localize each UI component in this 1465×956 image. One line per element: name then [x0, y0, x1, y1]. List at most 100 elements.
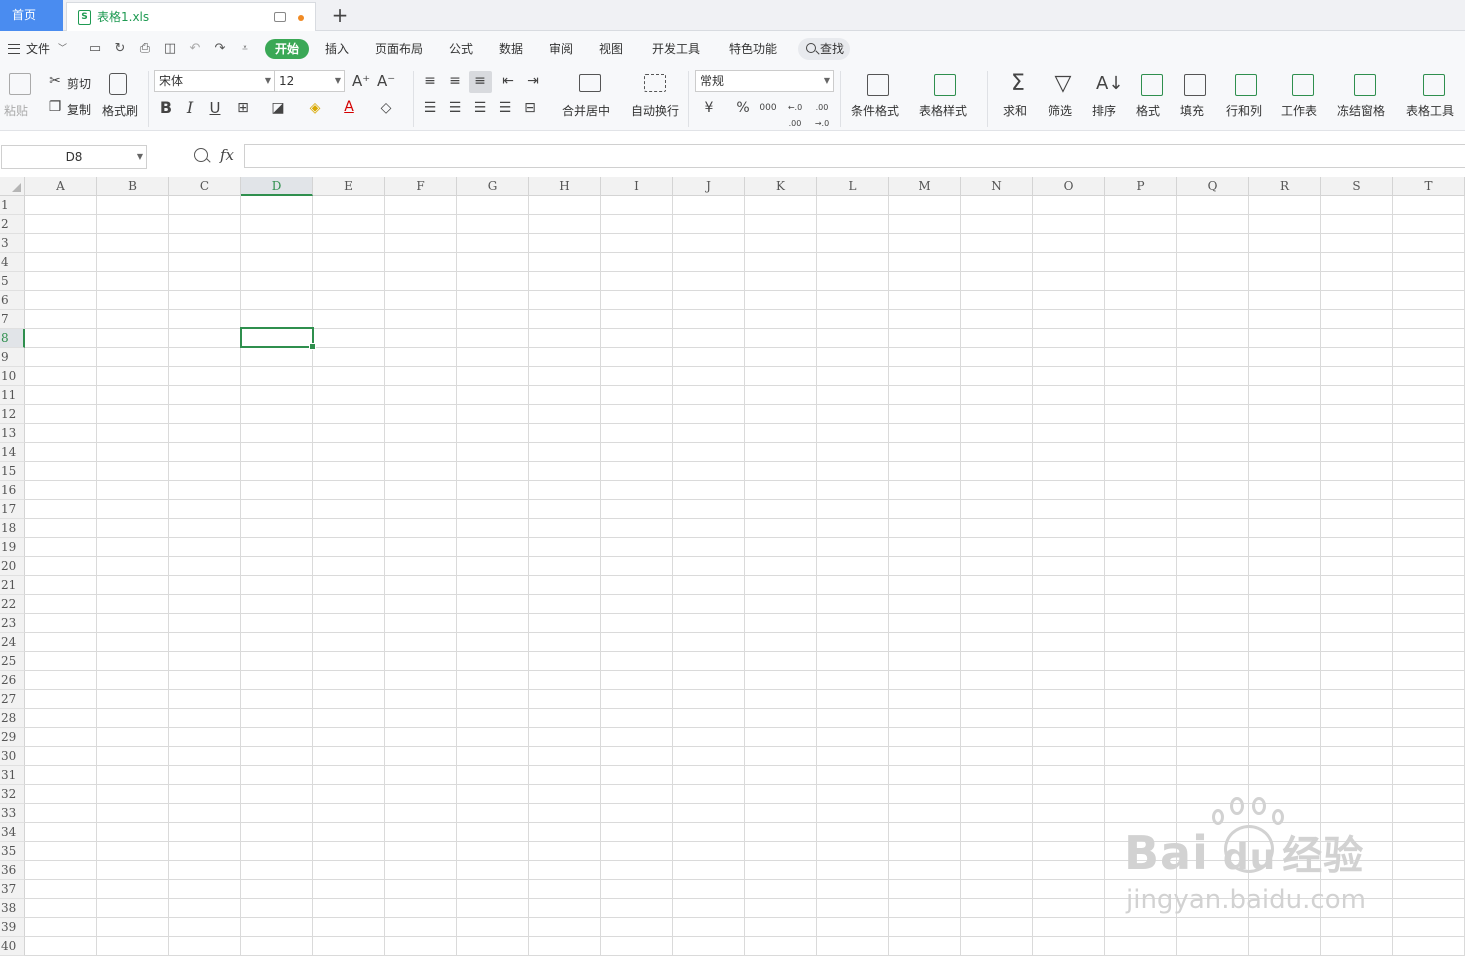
row-header-30[interactable]: 30	[0, 747, 25, 766]
menu-view[interactable]: 视图	[599, 31, 623, 67]
tab-home[interactable]: 首页	[0, 0, 63, 31]
clear-format-icon[interactable]: ◇	[377, 100, 395, 116]
row-header-24[interactable]: 24	[0, 633, 25, 652]
row-header-10[interactable]: 10	[0, 367, 25, 386]
conditional-format-button[interactable]: 条件格式	[851, 102, 899, 119]
align-right-icon[interactable]: ☰	[471, 100, 489, 116]
cut-button[interactable]: 剪切	[67, 75, 91, 92]
wrap-text-button[interactable]: 自动换行	[631, 102, 679, 119]
row-header-33[interactable]: 33	[0, 804, 25, 823]
row-header-12[interactable]: 12	[0, 405, 25, 424]
worksheet-icon[interactable]	[1292, 74, 1314, 96]
number-format-select[interactable]: 常规 ▼	[695, 70, 834, 92]
filter-button[interactable]: 筛选	[1048, 102, 1072, 119]
font-color-icon[interactable]: A	[340, 99, 358, 115]
row-header-6[interactable]: 6	[0, 291, 25, 310]
column-header-g[interactable]: G	[457, 177, 529, 196]
row-header-31[interactable]: 31	[0, 766, 25, 785]
row-header-34[interactable]: 34	[0, 823, 25, 842]
decrease-font-icon[interactable]: A⁻	[377, 73, 395, 89]
row-header-17[interactable]: 17	[0, 500, 25, 519]
row-header-16[interactable]: 16	[0, 481, 25, 500]
currency-button[interactable]: ¥	[700, 100, 718, 116]
menu-formula[interactable]: 公式	[449, 31, 473, 67]
row-header-21[interactable]: 21	[0, 576, 25, 595]
borders-icon[interactable]: ⊞	[234, 100, 252, 116]
row-header-9[interactable]: 9	[0, 348, 25, 367]
percent-button[interactable]: %	[734, 100, 752, 116]
row-header-4[interactable]: 4	[0, 253, 25, 272]
paste-button[interactable]: 粘贴	[4, 102, 28, 119]
row-header-7[interactable]: 7	[0, 310, 25, 329]
row-header-38[interactable]: 38	[0, 899, 25, 918]
increase-decimal-button[interactable]: ←.0 .00	[784, 100, 806, 132]
merge-center-icon[interactable]	[579, 74, 601, 92]
menu-data[interactable]: 数据	[499, 31, 523, 67]
menu-review[interactable]: 审阅	[549, 31, 573, 67]
menu-page-layout[interactable]: 页面布局	[375, 31, 423, 67]
menu-home-active[interactable]: 开始	[265, 39, 309, 59]
column-header-m[interactable]: M	[889, 177, 961, 196]
copy-icon[interactable]: ❐	[46, 99, 64, 115]
name-box[interactable]: D8 ▼	[1, 145, 147, 169]
save-icon[interactable]: ▭	[88, 42, 102, 56]
row-col-button[interactable]: 行和列	[1226, 102, 1262, 119]
row-header-2[interactable]: 2	[0, 215, 25, 234]
selected-cell[interactable]	[240, 327, 316, 350]
table-tools-icon[interactable]	[1423, 74, 1445, 96]
fill-icon[interactable]	[1184, 74, 1206, 96]
row-header-29[interactable]: 29	[0, 728, 25, 747]
justify-icon[interactable]: ☰	[496, 100, 514, 116]
column-header-n[interactable]: N	[961, 177, 1033, 196]
italic-button[interactable]: I	[181, 100, 199, 116]
wrap-text-icon[interactable]	[644, 74, 666, 92]
column-header-q[interactable]: Q	[1177, 177, 1249, 196]
menu-insert[interactable]: 插入	[325, 31, 349, 67]
row-header-35[interactable]: 35	[0, 842, 25, 861]
bold-button[interactable]: B	[157, 100, 175, 116]
worksheet-button[interactable]: 工作表	[1281, 102, 1317, 119]
cell-style-icon[interactable]: ◪	[269, 100, 287, 116]
redo-icon[interactable]: ↷	[213, 42, 227, 56]
row-header-14[interactable]: 14	[0, 443, 25, 462]
freeze-panes-button[interactable]: 冻结窗格	[1337, 102, 1385, 119]
row-header-3[interactable]: 3	[0, 234, 25, 253]
select-all-corner[interactable]	[0, 177, 25, 196]
copy-button[interactable]: 复制	[67, 101, 91, 118]
zoom-icon[interactable]	[194, 148, 208, 162]
chevron-down-icon[interactable]: ﹀	[58, 31, 67, 67]
font-size-select[interactable]: 12 ▼	[274, 70, 345, 92]
paste-icon[interactable]	[9, 73, 31, 95]
row-header-19[interactable]: 19	[0, 538, 25, 557]
row-header-5[interactable]: 5	[0, 272, 25, 291]
fill-button[interactable]: 填充	[1180, 102, 1204, 119]
align-left-icon[interactable]: ☰	[421, 100, 439, 116]
undo-icon[interactable]: ↶	[188, 42, 202, 56]
indent-increase-icon[interactable]: ⇥	[524, 73, 542, 89]
column-header-a[interactable]: A	[25, 177, 97, 196]
row-header-20[interactable]: 20	[0, 557, 25, 576]
table-style-icon[interactable]	[934, 74, 956, 96]
format-painter-button[interactable]: 格式刷	[102, 102, 138, 119]
format-icon[interactable]	[1141, 74, 1163, 96]
column-header-l[interactable]: L	[817, 177, 889, 196]
unsaved-dot-icon[interactable]	[298, 15, 304, 21]
column-header-j[interactable]: J	[673, 177, 745, 196]
column-header-t[interactable]: T	[1393, 177, 1465, 196]
column-header-i[interactable]: I	[601, 177, 673, 196]
float-window-icon[interactable]	[274, 12, 286, 22]
scissors-icon[interactable]: ✂	[46, 73, 64, 89]
align-middle-icon[interactable]: ≡	[446, 73, 464, 89]
row-header-15[interactable]: 15	[0, 462, 25, 481]
row-header-25[interactable]: 25	[0, 652, 25, 671]
font-name-select[interactable]: 宋体 ▼	[154, 70, 275, 92]
row-header-40[interactable]: 40	[0, 937, 25, 956]
print-preview-icon[interactable]: ◫	[163, 42, 177, 56]
row-header-11[interactable]: 11	[0, 386, 25, 405]
customize-toolbar-icon[interactable]: ⩡	[238, 42, 252, 56]
align-center-icon[interactable]: ☰	[446, 100, 464, 116]
search-button[interactable]: 查找	[798, 38, 850, 60]
indent-decrease-icon[interactable]: ⇤	[499, 73, 517, 89]
decrease-decimal-button[interactable]: .00 →.0	[811, 100, 833, 132]
column-header-d[interactable]: D	[241, 177, 313, 196]
